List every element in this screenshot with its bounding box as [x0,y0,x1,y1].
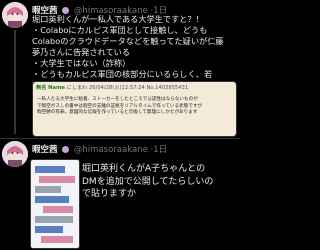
avatar[interactable] [2,141,28,167]
quote-meta: にしまわ 26/04/28(火)12:57:24 No.1403955431 [66,85,189,91]
message-bubble [41,236,73,243]
avatar[interactable] [2,2,28,28]
attached-screenshot[interactable] [30,159,80,249]
message-bubble [35,226,63,233]
thread-line [14,30,16,134]
message-bubble [35,186,61,193]
quoted-image[interactable]: 無名 Name にしまわ 26/04/28(火)12:57:24 No.1403… [32,81,237,137]
message-bubble [39,176,75,183]
author-handle[interactable]: @himasoraakane [74,145,148,155]
post-header: 暇空茜 @himasoraakane ·1日 [32,143,167,155]
quote-header: 無名 Name にしまわ 26/04/28(火)12:57:24 No.1403… [36,84,188,91]
post-1[interactable]: 暇空茜 @himasoraakane ·1日 堀口英利くんが一私人である大学生で… [0,0,240,138]
post-time[interactable]: ·1日 [151,145,168,155]
quote-author: 無名 Name [36,85,65,91]
post-text: 堀口英利くんが一私人である大学生ですと？！ ・Colaboにカルピス軍団として接… [32,14,224,90]
post-2[interactable]: 暇空茜 @himasoraakane ·1日 堀口英利くんがA子ちゃんとの DM… [0,139,240,250]
message-bubble [35,216,73,223]
message-bubble [43,206,73,213]
verified-badge-icon [62,146,70,153]
message-bubble [35,196,69,203]
message-bubble [35,166,65,173]
verified-badge-icon [62,7,70,14]
author-name[interactable]: 暇空茜 [32,145,58,155]
post-text: 堀口英利くんがA子ちゃんとの DMを追加で公開してたらしいの で貼りますか [82,164,214,199]
quote-text: 一私人たる大学生に粘着、ストーカーをしたところで公認性はならないものが で暇空ボ… [37,97,203,115]
